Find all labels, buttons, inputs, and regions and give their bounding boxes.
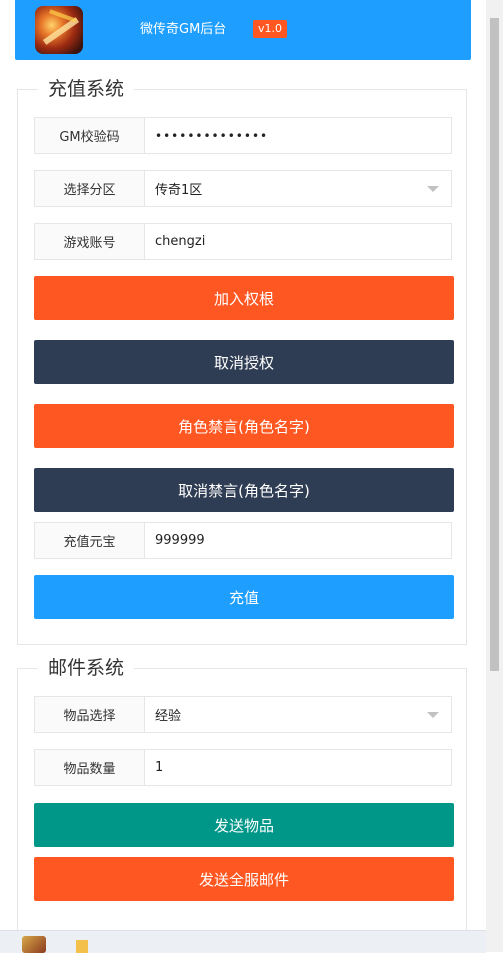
amount-input[interactable]: 999999 (145, 523, 451, 558)
zone-select[interactable]: 传奇1区 (145, 171, 451, 206)
game-app-icon[interactable] (22, 936, 46, 953)
send-item-button[interactable]: 发送物品 (34, 803, 454, 847)
top-header: 微传奇GM后台 v1.0 (15, 0, 471, 60)
chevron-down-icon (427, 712, 439, 718)
app-title: 微传奇GM后台 (140, 22, 227, 37)
zone-select-value: 传奇1区 (155, 183, 203, 198)
chevron-down-icon (427, 186, 439, 192)
send-all-mail-button[interactable]: 发送全服邮件 (34, 857, 454, 901)
qty-row: 物品数量 1 (34, 749, 452, 786)
account-row: 游戏账号 chengzi (34, 223, 452, 260)
page-scrollbar[interactable] (486, 0, 503, 952)
grant-button[interactable]: 加入权根 (34, 276, 454, 320)
item-row: 物品选择 经验 (34, 696, 452, 733)
taskbar (0, 930, 486, 953)
version-badge: v1.0 (253, 20, 288, 38)
amount-row: 充值元宝 999999 (34, 522, 452, 559)
recharge-button[interactable]: 充值 (34, 575, 454, 619)
recharge-panel: 充值系统 GM校验码 •••••••••••••• 选择分区 传奇1区 游戏账号… (17, 76, 467, 645)
scrollbar-thumb[interactable] (490, 18, 499, 671)
zone-label: 选择分区 (35, 171, 145, 206)
gm-code-input[interactable]: •••••••••••••• (145, 118, 451, 153)
mail-legend: 邮件系统 (38, 655, 135, 681)
item-select[interactable]: 经验 (145, 697, 451, 732)
account-input[interactable]: chengzi (145, 224, 451, 259)
game-logo-icon (35, 6, 83, 54)
folder-icon[interactable] (76, 940, 88, 953)
revoke-button[interactable]: 取消授权 (34, 340, 454, 384)
gm-code-label: GM校验码 (35, 118, 145, 153)
amount-label: 充值元宝 (35, 523, 145, 558)
recharge-legend: 充值系统 (38, 76, 135, 102)
zone-row: 选择分区 传奇1区 (34, 170, 452, 207)
mail-panel: 邮件系统 物品选择 经验 物品数量 1 发送物品 发送全服邮件 (17, 655, 467, 948)
qty-label: 物品数量 (35, 750, 145, 785)
qty-input[interactable]: 1 (145, 750, 451, 785)
account-label: 游戏账号 (35, 224, 145, 259)
mute-button[interactable]: 角色禁言(角色名字) (34, 404, 454, 448)
gm-code-row: GM校验码 •••••••••••••• (34, 117, 452, 154)
item-label: 物品选择 (35, 697, 145, 732)
unmute-button[interactable]: 取消禁言(角色名字) (34, 468, 454, 512)
item-select-value: 经验 (155, 709, 182, 724)
